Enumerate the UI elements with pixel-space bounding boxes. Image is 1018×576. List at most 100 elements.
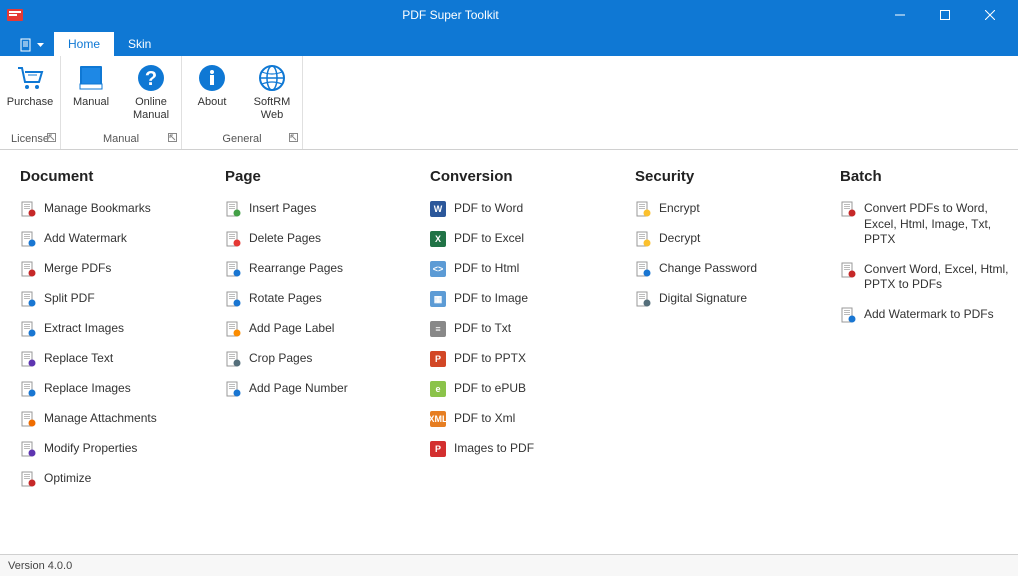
list-item-label: Optimize <box>44 471 91 487</box>
merge-icon <box>20 261 36 277</box>
list-item[interactable]: Replace Text <box>20 351 220 367</box>
list-item[interactable]: Insert Pages <box>225 201 425 217</box>
list-item[interactable]: XMLPDF to Xml <box>430 411 630 427</box>
manual-button[interactable]: Manual <box>67 62 115 109</box>
dialog-launcher-icon[interactable] <box>289 133 298 145</box>
list-item[interactable]: Manage Attachments <box>20 411 220 427</box>
list-item-label: Rearrange Pages <box>249 261 343 277</box>
list-item[interactable]: Optimize <box>20 471 220 487</box>
ribbon-group-label: License <box>11 133 49 145</box>
list-item-label: PDF to ePUB <box>454 381 526 397</box>
split-icon <box>20 291 36 307</box>
image-icon: ▦ <box>430 291 446 307</box>
list-item[interactable]: Convert PDFs to Word, Excel, Html, Image… <box>840 201 1018 248</box>
list-item[interactable]: Add Watermark to PDFs <box>840 307 1018 323</box>
list-item[interactable]: ePDF to ePUB <box>430 381 630 397</box>
list-item[interactable]: Rearrange Pages <box>225 261 425 277</box>
tab-home[interactable]: Home <box>54 32 114 56</box>
softrm-web-button[interactable]: SoftRM Web <box>248 62 296 121</box>
list-item-label: Extract Images <box>44 321 124 337</box>
encrypt-icon <box>635 201 651 217</box>
list-item[interactable]: Decrypt <box>635 231 835 247</box>
word-icon: W <box>430 201 446 217</box>
list-item[interactable]: Add Page Number <box>225 381 425 397</box>
list-item[interactable]: ▦ PDF to Image <box>430 291 630 307</box>
list-item[interactable]: Modify Properties <box>20 441 220 457</box>
list-item-label: Crop Pages <box>249 351 312 367</box>
batch-convert-to-pdf-icon <box>840 262 856 278</box>
ribbon-group-label: General <box>222 133 261 145</box>
list-item-label: Replace Images <box>44 381 131 397</box>
column-conversion: Conversion WPDF to WordXPDF to Excel<>PD… <box>430 168 630 544</box>
list-item-label: Delete Pages <box>249 231 321 247</box>
ribbon-item-label: Online Manual <box>133 96 169 121</box>
list-item-label: Change Password <box>659 261 757 277</box>
xml-icon: XML <box>430 411 446 427</box>
list-item-label: Add Watermark to PDFs <box>864 307 994 323</box>
column-title: Document <box>20 168 220 185</box>
list-item[interactable]: X PDF to Excel <box>430 231 630 247</box>
list-item-label: Merge PDFs <box>44 261 111 277</box>
help-icon: ? <box>135 62 167 94</box>
list-item[interactable]: Delete Pages <box>225 231 425 247</box>
dialog-launcher-icon[interactable] <box>168 133 177 145</box>
extract-image-icon <box>20 321 36 337</box>
list-item[interactable]: Rotate Pages <box>225 291 425 307</box>
delete-page-icon <box>225 231 241 247</box>
column-batch: Batch Convert PDFs to Word, Excel, Html,… <box>840 168 1018 544</box>
pptx-icon: P <box>430 351 446 367</box>
list-item[interactable]: W PDF to Word <box>430 201 630 217</box>
attachment-icon <box>20 411 36 427</box>
list-item[interactable]: PPDF to PPTX <box>430 351 630 367</box>
decrypt-icon <box>635 231 651 247</box>
purchase-button[interactable]: Purchase <box>6 62 54 109</box>
list-item[interactable]: Add Page Label <box>225 321 425 337</box>
file-menu-icon <box>20 38 34 52</box>
tab-strip: Home Skin <box>0 30 1018 56</box>
column-title: Page <box>225 168 425 185</box>
list-item[interactable]: Convert Word, Excel, Html, PPTX to PDFs <box>840 262 1018 293</box>
app-icon <box>6 6 24 24</box>
status-bar: Version 4.0.0 <box>0 554 1018 576</box>
close-button[interactable] <box>967 0 1012 30</box>
label-icon <box>225 321 241 337</box>
list-item-label: Insert Pages <box>249 201 316 217</box>
svg-text:?: ? <box>145 68 157 90</box>
excel-icon: X <box>430 231 446 247</box>
list-item[interactable]: Replace Images <box>20 381 220 397</box>
list-item[interactable]: ≡PDF to Txt <box>430 321 630 337</box>
minimize-button[interactable] <box>877 0 922 30</box>
list-item[interactable]: Split PDF <box>20 291 220 307</box>
list-item[interactable]: Manage Bookmarks <box>20 201 220 217</box>
list-item[interactable]: <>PDF to Html <box>430 261 630 277</box>
file-menu-button[interactable] <box>10 34 54 56</box>
online-manual-button[interactable]: ? Online Manual <box>127 62 175 121</box>
tab-skin[interactable]: Skin <box>114 32 165 56</box>
list-item-label: PDF to Image <box>454 291 528 307</box>
ribbon-group-label: Manual <box>103 133 139 145</box>
ribbon: Purchase License Manual ? Online Manual <box>0 56 1018 150</box>
ribbon-item-label: Purchase <box>7 96 53 109</box>
list-item[interactable]: Digital Signature <box>635 291 835 307</box>
images-to-pdf-icon: P <box>430 441 446 457</box>
list-item-label: Add Page Label <box>249 321 334 337</box>
list-item[interactable]: PImages to PDF <box>430 441 630 457</box>
change-password-icon <box>635 261 651 277</box>
about-button[interactable]: About <box>188 62 236 109</box>
list-item[interactable]: Change Password <box>635 261 835 277</box>
list-item[interactable]: Encrypt <box>635 201 835 217</box>
list-item-label: PDF to Word <box>454 201 523 217</box>
maximize-button[interactable] <box>922 0 967 30</box>
signature-icon <box>635 291 651 307</box>
column-page: Page Insert Pages Delete Pages Rearrange P… <box>225 168 425 544</box>
list-item[interactable]: Crop Pages <box>225 351 425 367</box>
list-item[interactable]: Extract Images <box>20 321 220 337</box>
column-title: Security <box>635 168 835 185</box>
list-item-label: PDF to Excel <box>454 231 524 247</box>
list-item[interactable]: Add Watermark <box>20 231 220 247</box>
dialog-launcher-icon[interactable] <box>47 133 56 145</box>
list-item-label: Digital Signature <box>659 291 747 307</box>
txt-icon: ≡ <box>430 321 446 337</box>
batch-convert-icon <box>840 201 856 217</box>
list-item[interactable]: Merge PDFs <box>20 261 220 277</box>
